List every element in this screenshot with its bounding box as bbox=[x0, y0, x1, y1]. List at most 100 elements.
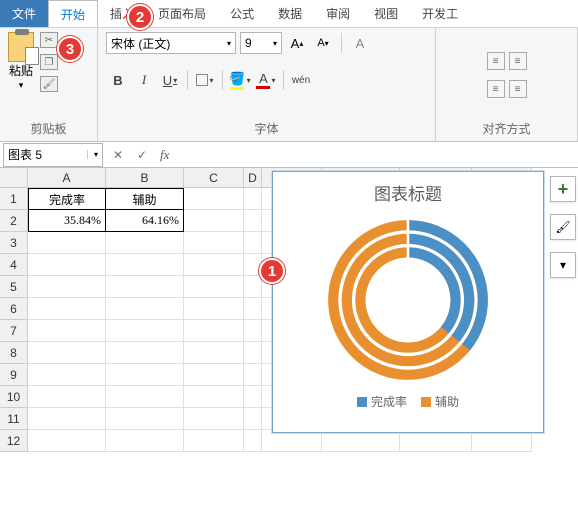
cell[interactable] bbox=[184, 386, 244, 408]
underline-button[interactable]: U▾ bbox=[158, 68, 182, 92]
italic-button[interactable]: I bbox=[132, 68, 156, 92]
row-header[interactable]: 1 bbox=[0, 188, 28, 210]
row-header[interactable]: 9 bbox=[0, 364, 28, 386]
align-mid-button[interactable]: ≡ bbox=[509, 52, 527, 70]
cell[interactable] bbox=[28, 276, 106, 298]
row-header[interactable]: 3 bbox=[0, 232, 28, 254]
cell[interactable] bbox=[184, 298, 244, 320]
tab-developer[interactable]: 开发工 bbox=[410, 0, 470, 27]
tab-file[interactable]: 文件 bbox=[0, 0, 48, 27]
col-header[interactable]: B bbox=[106, 168, 184, 188]
row-header[interactable]: 6 bbox=[0, 298, 28, 320]
cell[interactable] bbox=[106, 408, 184, 430]
cell[interactable] bbox=[184, 430, 244, 452]
col-header[interactable]: A bbox=[28, 168, 106, 188]
row-header[interactable]: 10 bbox=[0, 386, 28, 408]
cell[interactable] bbox=[184, 408, 244, 430]
row-header[interactable]: 5 bbox=[0, 276, 28, 298]
chart-filter-button[interactable]: ▾ bbox=[550, 252, 576, 278]
row-header[interactable]: 7 bbox=[0, 320, 28, 342]
cell[interactable] bbox=[184, 188, 244, 210]
tab-view[interactable]: 视图 bbox=[362, 0, 410, 27]
cell[interactable] bbox=[28, 342, 106, 364]
cell[interactable] bbox=[244, 386, 262, 408]
cell[interactable] bbox=[244, 430, 262, 452]
cell[interactable] bbox=[244, 210, 262, 232]
cell[interactable] bbox=[106, 276, 184, 298]
font-size-select[interactable]: 9▾ bbox=[240, 32, 282, 54]
cell[interactable] bbox=[184, 364, 244, 386]
decrease-font-button[interactable]: A▾ bbox=[312, 32, 334, 54]
cell[interactable] bbox=[184, 320, 244, 342]
cell[interactable] bbox=[28, 298, 106, 320]
tab-home[interactable]: 开始 bbox=[48, 0, 98, 27]
cell[interactable] bbox=[184, 232, 244, 254]
cell[interactable] bbox=[28, 364, 106, 386]
cell[interactable] bbox=[262, 430, 322, 452]
cell[interactable] bbox=[106, 386, 184, 408]
tab-layout[interactable]: 页面布局 bbox=[146, 0, 218, 27]
cell[interactable] bbox=[244, 408, 262, 430]
align-left-button[interactable]: ≡ bbox=[487, 80, 505, 98]
cell[interactable] bbox=[244, 276, 262, 298]
align-top-button[interactable]: ≡ bbox=[487, 52, 505, 70]
row-header[interactable]: 8 bbox=[0, 342, 28, 364]
chart-styles-button[interactable]: 🖌 bbox=[550, 214, 576, 240]
chart-legend[interactable]: 完成率 辅助 bbox=[273, 391, 543, 410]
cell[interactable] bbox=[244, 232, 262, 254]
align-center-button[interactable]: ≡ bbox=[509, 80, 527, 98]
font-color-button[interactable]: A▾ bbox=[254, 68, 278, 92]
chart-object[interactable]: 图表标题 完成率 辅助 bbox=[272, 171, 544, 433]
cell[interactable] bbox=[244, 364, 262, 386]
increase-font-button[interactable]: A▴ bbox=[286, 32, 308, 54]
fx-icon[interactable]: fx bbox=[160, 147, 169, 163]
cell[interactable]: 完成率 bbox=[28, 188, 106, 210]
border-button[interactable]: ▾ bbox=[193, 68, 217, 92]
enter-formula-button[interactable]: ✓ bbox=[130, 143, 154, 167]
paste-button[interactable]: 粘贴 ▾ bbox=[8, 32, 34, 91]
col-header[interactable]: D bbox=[244, 168, 262, 188]
cell[interactable] bbox=[184, 342, 244, 364]
chart-plot-area[interactable] bbox=[273, 209, 543, 391]
cell[interactable] bbox=[106, 364, 184, 386]
cell[interactable] bbox=[244, 188, 262, 210]
row-header[interactable]: 11 bbox=[0, 408, 28, 430]
cell[interactable]: 35.84% bbox=[28, 210, 106, 232]
copy-button[interactable]: ❐ bbox=[40, 54, 58, 70]
row-header[interactable]: 4 bbox=[0, 254, 28, 276]
cell[interactable] bbox=[184, 254, 244, 276]
cell[interactable] bbox=[28, 320, 106, 342]
format-painter-button[interactable]: 🖌 bbox=[40, 76, 58, 92]
cancel-formula-button[interactable]: ✕ bbox=[106, 143, 130, 167]
cell[interactable] bbox=[106, 232, 184, 254]
chart-title[interactable]: 图表标题 bbox=[273, 172, 543, 209]
cell[interactable]: 64.16% bbox=[106, 210, 184, 232]
cell[interactable] bbox=[244, 298, 262, 320]
cell[interactable] bbox=[28, 386, 106, 408]
cell[interactable] bbox=[106, 298, 184, 320]
select-all-corner[interactable] bbox=[0, 168, 28, 188]
fill-color-button[interactable]: 🪣▾ bbox=[228, 68, 252, 92]
cut-button[interactable]: ✂ bbox=[40, 32, 58, 48]
cell[interactable] bbox=[28, 430, 106, 452]
tab-formulas[interactable]: 公式 bbox=[218, 0, 266, 27]
tab-data[interactable]: 数据 bbox=[266, 0, 314, 27]
clear-format-button[interactable]: A bbox=[349, 32, 371, 54]
phonetic-button[interactable]: wén bbox=[289, 68, 313, 92]
tab-review[interactable]: 审阅 bbox=[314, 0, 362, 27]
cell[interactable]: 辅助 bbox=[106, 188, 184, 210]
cell[interactable] bbox=[28, 408, 106, 430]
cell[interactable] bbox=[400, 430, 472, 452]
cell[interactable] bbox=[106, 254, 184, 276]
chart-elements-button[interactable]: + bbox=[550, 176, 576, 202]
cell[interactable] bbox=[184, 210, 244, 232]
cell[interactable] bbox=[184, 276, 244, 298]
cell[interactable] bbox=[322, 430, 400, 452]
cell[interactable] bbox=[28, 254, 106, 276]
name-box[interactable]: 图表 5▾ bbox=[3, 143, 103, 167]
col-header[interactable]: C bbox=[184, 168, 244, 188]
cell[interactable] bbox=[106, 320, 184, 342]
cell[interactable] bbox=[106, 342, 184, 364]
row-header[interactable]: 12 bbox=[0, 430, 28, 452]
cell[interactable] bbox=[244, 320, 262, 342]
